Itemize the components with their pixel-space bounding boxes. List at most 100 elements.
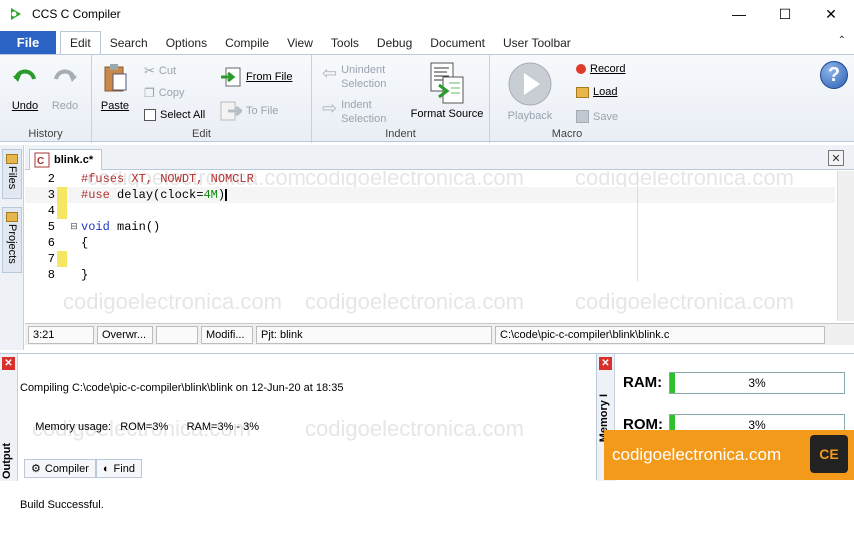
output-line: Compiling C:\code\pic-c-compiler\blink\b… xyxy=(20,382,344,394)
watermark: codigoelectronica.com xyxy=(305,289,524,314)
save-label: Save xyxy=(593,110,619,123)
playback-button[interactable]: Playback xyxy=(504,61,556,122)
title-bar: CCS C Compiler — ☐ ✕ xyxy=(0,0,854,28)
indent-button[interactable]: ⇨ Indent Selection xyxy=(322,98,397,126)
folder-icon xyxy=(576,86,589,98)
format-source-label: Format Source xyxy=(410,108,484,120)
arrow-right-icon: ⇨ xyxy=(322,98,338,118)
unindent-button[interactable]: ⇦ Unindent Selection xyxy=(322,63,397,91)
maximize-button[interactable]: ☐ xyxy=(762,0,808,28)
editor-pane: C blink.c* ✕ codigoelectronica.com codig… xyxy=(25,145,854,351)
ram-label: RAM: xyxy=(623,374,663,391)
code-text: #use delay(clock=4M) xyxy=(81,188,228,202)
select-all-button[interactable]: Select All xyxy=(144,109,205,121)
text-cursor xyxy=(225,188,228,201)
redo-button[interactable]: Redo xyxy=(48,63,82,112)
scissors-icon: ✂ xyxy=(144,63,155,78)
tab-debug[interactable]: Debug xyxy=(368,32,421,54)
line-number: 6 xyxy=(47,236,55,250)
project-icon xyxy=(6,212,18,222)
format-source-icon xyxy=(430,62,464,104)
gear-icon: ⚙ xyxy=(31,463,41,475)
vertical-scrollbar[interactable] xyxy=(837,171,854,321)
redo-icon xyxy=(54,69,77,82)
playback-label: Playback xyxy=(507,110,553,122)
status-blank xyxy=(156,325,198,344)
close-output-icon[interactable]: ✕ xyxy=(2,357,15,370)
line-number: 7 xyxy=(47,252,55,266)
tab-options[interactable]: Options xyxy=(157,32,216,54)
ram-usage-value: 3% xyxy=(748,376,766,390)
modified-marker xyxy=(57,203,67,219)
code-line-current: 3 #use delay(clock=4M) xyxy=(25,187,835,203)
indent-label: Indent Selection xyxy=(341,99,387,125)
cut-button[interactable]: ✂ Cut xyxy=(144,63,176,79)
document-tab[interactable]: C blink.c* xyxy=(29,149,103,170)
file-path-status: C:\code\pic-c-compiler\blink\blink.c xyxy=(495,325,825,344)
right-margin-line xyxy=(637,171,638,281)
file-menu-button[interactable]: File xyxy=(0,31,56,54)
to-file-button[interactable]: To File xyxy=(220,101,278,121)
undo-icon xyxy=(13,69,36,82)
tab-document[interactable]: Document xyxy=(421,32,494,54)
paste-label: Paste xyxy=(100,100,130,112)
record-button[interactable]: Record xyxy=(576,63,625,75)
tab-search[interactable]: Search xyxy=(101,32,157,54)
binoculars-icon: ◐ xyxy=(102,462,110,475)
copy-button[interactable]: ❐ Copy xyxy=(144,86,184,100)
output-side-tab: ✕ Output xyxy=(0,354,18,481)
tab-compiler[interactable]: ⚙ Compiler xyxy=(24,459,96,478)
project-status: Pjt: blink xyxy=(256,325,492,344)
output-line: Memory usage: ROM=3% RAM=3% - 3% xyxy=(20,421,260,433)
tab-compile[interactable]: Compile xyxy=(216,32,278,54)
code-line: 4 xyxy=(25,203,835,219)
files-tab[interactable]: Files xyxy=(2,149,22,199)
output-log: Compiling C:\code\pic-c-compiler\blink\b… xyxy=(20,356,343,538)
from-file-icon xyxy=(221,67,241,87)
close-memory-icon[interactable]: ✕ xyxy=(599,357,612,370)
app-icon xyxy=(11,8,21,20)
record-icon xyxy=(576,64,586,74)
code-text: #fuses XT, NOWDT, NOMCLR xyxy=(81,172,254,186)
line-number: 4 xyxy=(47,204,55,218)
cut-label: Cut xyxy=(158,65,177,77)
code-editor[interactable]: codigoelectronica.com codigoelectronica.… xyxy=(25,171,835,321)
save-button[interactable]: Save xyxy=(576,110,618,123)
tab-edit[interactable]: Edit xyxy=(60,31,101,54)
line-number: 8 xyxy=(47,268,55,282)
modified-marker xyxy=(57,187,67,203)
minimize-button[interactable]: — xyxy=(716,0,762,28)
select-all-icon xyxy=(144,109,156,121)
tab-view[interactable]: View xyxy=(278,32,322,54)
format-source-button[interactable]: Format Source xyxy=(408,61,486,120)
select-all-label: Select All xyxy=(160,109,206,121)
indent-group-label: Indent xyxy=(385,128,416,140)
tab-compiler-label: Compiler xyxy=(44,462,89,475)
document-tabs: C blink.c* ✕ xyxy=(25,145,854,170)
tab-user-toolbar[interactable]: User Toolbar xyxy=(494,32,580,54)
paste-icon xyxy=(104,64,127,92)
edit-group: Paste ✂ Cut ❐ Copy Select All From File … xyxy=(92,55,312,143)
to-file-icon xyxy=(220,101,242,121)
tab-tools[interactable]: Tools xyxy=(322,32,368,54)
code-text: } xyxy=(81,268,89,282)
tab-find[interactable]: ◐ Find xyxy=(95,459,142,478)
edit-group-label: Edit xyxy=(192,128,211,140)
line-number: 5 xyxy=(47,220,55,234)
close-document-icon[interactable]: ✕ xyxy=(828,150,844,166)
from-file-button[interactable]: From File xyxy=(220,67,292,87)
help-icon[interactable]: ? xyxy=(820,61,848,89)
paste-button[interactable]: Paste xyxy=(98,63,132,112)
tab-find-label: Find xyxy=(113,462,135,475)
cursor-position: 3:21 xyxy=(28,325,94,344)
undo-button[interactable]: Undo xyxy=(8,63,42,112)
collapse-ribbon-icon[interactable]: ⌃ xyxy=(838,35,846,46)
fold-toggle-icon[interactable]: ⊟ xyxy=(67,222,81,232)
projects-tab[interactable]: Projects xyxy=(2,207,22,273)
load-button[interactable]: Load xyxy=(576,86,617,98)
close-button[interactable]: ✕ xyxy=(808,0,854,28)
line-number: 3 xyxy=(47,188,55,202)
document-tab-label: blink.c* xyxy=(54,154,94,166)
output-pane: ✕ Output codigoelectronica.com codigoele… xyxy=(0,353,596,511)
output-line: Build Successful. xyxy=(20,499,104,511)
